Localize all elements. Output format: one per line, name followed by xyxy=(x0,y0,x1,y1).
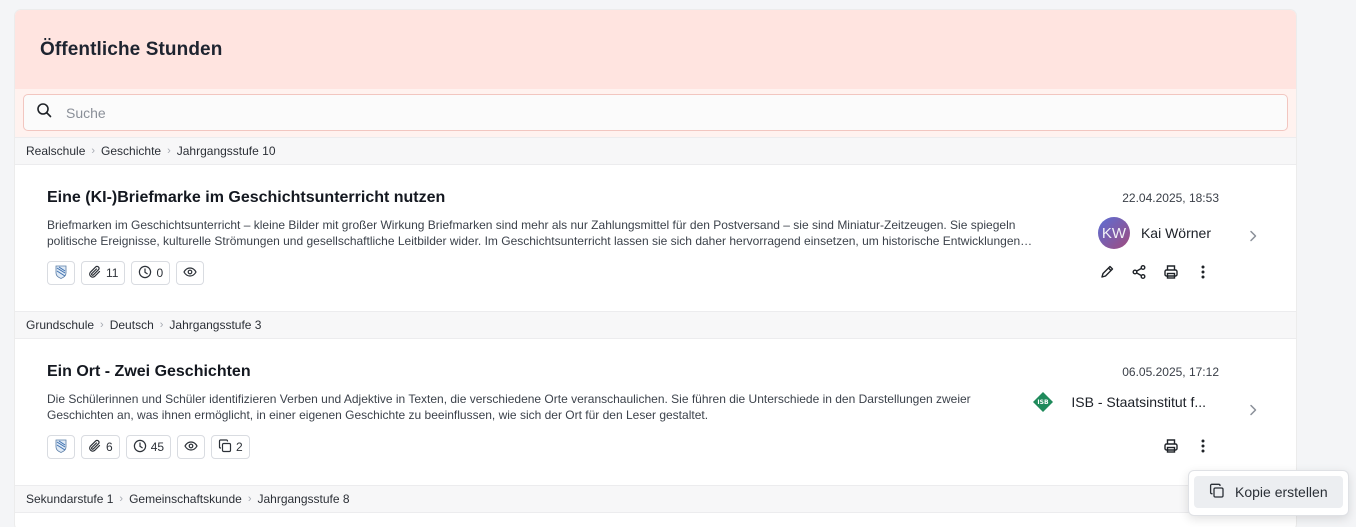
bavaria-badge xyxy=(47,261,75,285)
lesson-description: Die Schülerinnen und Schüler identifizie… xyxy=(47,392,971,422)
avatar: KW xyxy=(1097,217,1130,249)
copy-icon xyxy=(1209,483,1225,502)
breadcrumb-subject[interactable]: Geschichte xyxy=(101,144,161,158)
chevron-right-icon: › xyxy=(91,145,96,157)
breadcrumb-school-type[interactable]: Realschule xyxy=(26,144,85,158)
breadcrumb: Sekundarstufe 1 › Gemeinschaftskunde › J… xyxy=(15,485,1296,513)
lesson-date: 06.05.2025, 17:12 xyxy=(1122,365,1219,379)
clock-icon xyxy=(138,265,152,282)
lesson-actions xyxy=(1162,437,1212,455)
chevron-right-icon: › xyxy=(119,493,124,505)
breadcrumb-grade[interactable]: Jahrgangsstufe 10 xyxy=(177,144,276,158)
lesson-description: Briefmarken im Geschichtsunterricht – kl… xyxy=(47,218,1021,248)
lesson-title[interactable]: Ein Ort - Zwei Geschichten xyxy=(47,363,251,381)
attachments-chip: 11 xyxy=(81,261,126,285)
breadcrumb-grade[interactable]: Jahrgangsstufe 8 xyxy=(257,492,349,506)
author-name: Kai Wörner xyxy=(1140,225,1211,241)
bavaria-badge xyxy=(47,435,75,459)
svg-text:ISB: ISB xyxy=(1038,399,1050,406)
eye-icon xyxy=(183,265,197,282)
breadcrumb-subject[interactable]: Gemeinschaftskunde xyxy=(129,492,242,506)
clock-icon xyxy=(133,439,147,456)
isb-logo-icon: ISB xyxy=(1032,391,1054,413)
copy-lesson-label: Kopie erstellen xyxy=(1235,484,1328,500)
lesson-meta: 6 45 2 xyxy=(47,435,250,459)
author-name: ISB - Staatsinstitut f... xyxy=(1071,394,1206,410)
breadcrumb-school-type[interactable]: Grundschule xyxy=(26,318,94,332)
lesson-actions xyxy=(1098,263,1212,281)
search-input[interactable] xyxy=(66,104,1216,121)
chevron-right-icon: › xyxy=(247,493,252,505)
duration-value: 0 xyxy=(156,266,164,280)
breadcrumb-grade[interactable]: Jahrgangsstufe 3 xyxy=(169,318,261,332)
context-menu: Kopie erstellen xyxy=(1188,470,1349,516)
chevron-right-icon[interactable] xyxy=(1246,229,1260,243)
lesson-date: 22.04.2025, 18:53 xyxy=(1122,191,1219,205)
lesson-title[interactable]: Eine (KI-)Briefmarke im Geschichtsunterr… xyxy=(47,189,445,207)
copy-icon xyxy=(218,438,232,456)
lesson-meta: 11 0 xyxy=(47,261,205,285)
more-vertical-icon[interactable] xyxy=(1194,263,1212,281)
attachments-chip: 6 xyxy=(81,435,120,459)
chevron-right-icon: › xyxy=(100,319,104,331)
attachments-count: 11 xyxy=(106,266,119,280)
breadcrumb-school-type[interactable]: Sekundarstufe 1 xyxy=(26,492,113,506)
duration-value: 45 xyxy=(150,440,165,454)
bavaria-crest-icon xyxy=(54,265,68,282)
public-lessons-panel: Öffentliche Stunden Realschule › Geschic… xyxy=(15,10,1296,527)
print-icon[interactable] xyxy=(1162,437,1180,455)
search-box[interactable] xyxy=(23,94,1288,131)
breadcrumb: Realschule › Geschichte › Jahrgangsstufe… xyxy=(15,137,1296,165)
page-title: Öffentliche Stunden xyxy=(40,38,223,60)
paperclip-icon xyxy=(88,265,102,282)
more-vertical-icon[interactable] xyxy=(1194,437,1212,455)
search-bar xyxy=(15,89,1296,137)
lesson-card[interactable]: Eine (KI-)Briefmarke im Geschichtsunterr… xyxy=(15,165,1296,311)
copies-count: 2 xyxy=(236,440,243,454)
lesson-author[interactable]: KW Kai Wörner xyxy=(1097,217,1211,249)
duration-chip: 45 xyxy=(125,435,172,459)
copies-chip: 2 xyxy=(211,435,250,459)
bavaria-crest-icon xyxy=(54,439,68,456)
duration-chip: 0 xyxy=(131,261,171,285)
lesson-card[interactable]: Ein Ort - Zwei Geschichten Die Schülerin… xyxy=(15,339,1296,485)
paperclip-icon xyxy=(88,439,102,456)
search-icon xyxy=(36,102,52,123)
visibility-chip xyxy=(177,435,206,459)
edit-icon[interactable] xyxy=(1098,263,1116,281)
chevron-right-icon: › xyxy=(167,145,171,157)
eye-icon xyxy=(184,439,198,456)
copy-lesson-menu-item[interactable]: Kopie erstellen xyxy=(1194,476,1343,508)
lesson-author[interactable]: ISB ISB - Staatsinstitut f... xyxy=(1032,391,1206,413)
breadcrumb: Grundschule › Deutsch › Jahrgangsstufe 3 xyxy=(15,311,1296,339)
chevron-right-icon[interactable] xyxy=(1246,403,1260,417)
share-icon[interactable] xyxy=(1130,263,1148,281)
attachments-count: 6 xyxy=(106,440,113,454)
visibility-chip xyxy=(176,261,205,285)
panel-header: Öffentliche Stunden xyxy=(15,10,1296,89)
chevron-right-icon: › xyxy=(159,319,164,331)
print-icon[interactable] xyxy=(1162,263,1180,281)
breadcrumb-subject[interactable]: Deutsch xyxy=(110,318,154,332)
